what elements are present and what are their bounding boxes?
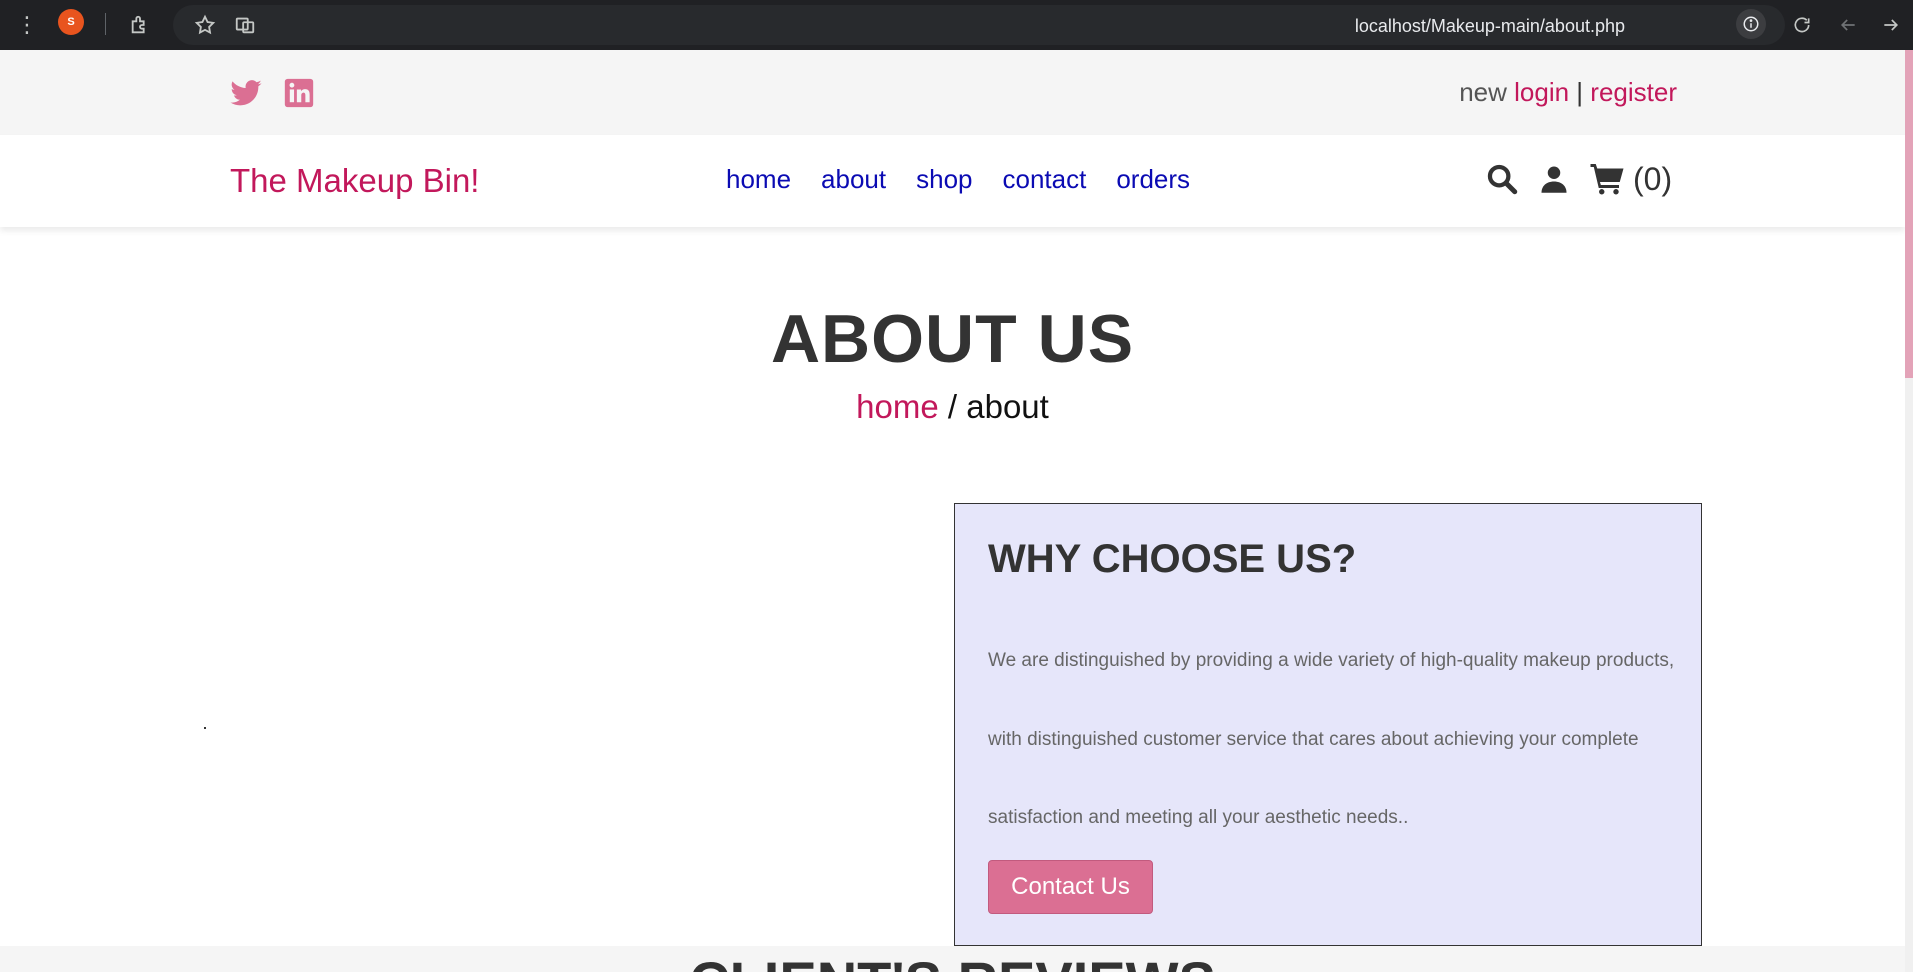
header-tools: (0)	[1483, 159, 1672, 199]
toolbar-divider	[105, 13, 106, 35]
auth-separator: |	[1576, 77, 1584, 107]
nav-home[interactable]: home	[726, 164, 791, 195]
image-placeholder	[204, 727, 206, 729]
nav-contact[interactable]: contact	[1003, 164, 1087, 195]
address-bar[interactable]: localhost/Makeup-main/about.php	[173, 5, 1785, 45]
search-icon[interactable]	[1483, 159, 1521, 199]
nav-about[interactable]: about	[821, 164, 886, 195]
breadcrumb-separator: /	[938, 388, 967, 425]
why-choose-us-card: WHY CHOOSE US? We are distinguished by p…	[954, 503, 1702, 946]
twitter-icon[interactable]	[229, 76, 263, 110]
scrollbar-thumb[interactable]	[1905, 50, 1913, 378]
browser-toolbar: ⋮ S localhost/Makeup-main/about.php	[0, 0, 1913, 50]
forward-arrow-icon[interactable]	[1876, 10, 1906, 40]
contact-us-button[interactable]: Contact Us	[988, 860, 1153, 914]
breadcrumb: home / about	[0, 388, 1905, 426]
main-navbar: The Makeup Bin! home about shop contact …	[0, 135, 1905, 227]
main-menu: home about shop contact orders	[726, 164, 1190, 195]
register-link[interactable]: register	[1590, 77, 1677, 107]
nav-orders[interactable]: orders	[1116, 164, 1190, 195]
site-logo[interactable]: The Makeup Bin!	[230, 162, 479, 200]
breadcrumb-current: about	[966, 388, 1049, 425]
card-title: WHY CHOOSE US?	[988, 537, 1357, 581]
site-info-icon[interactable]	[1736, 9, 1766, 39]
linkedin-icon[interactable]	[282, 76, 316, 110]
extensions-icon[interactable]	[125, 10, 155, 40]
bookmark-star-icon[interactable]	[190, 10, 220, 40]
nav-shop[interactable]: shop	[916, 164, 972, 195]
auth-links: new login | register	[1459, 77, 1677, 108]
breadcrumb-home-link[interactable]: home	[856, 388, 939, 425]
header-topbar: new login | register	[0, 50, 1905, 135]
reviews-title: CLIENT'S REVIEWS	[689, 954, 1216, 972]
page-heading: ABOUT US	[0, 300, 1905, 378]
translate-icon[interactable]	[230, 10, 260, 40]
card-text: We are distinguished by providing a wide…	[988, 650, 1675, 828]
cart-count[interactable]: (0)	[1633, 161, 1672, 198]
menu-kebab-icon[interactable]: ⋮	[12, 10, 42, 40]
reviews-heading: CLIENT'S REVIEWS	[0, 946, 1905, 972]
reload-icon[interactable]	[1787, 10, 1817, 40]
cart-icon[interactable]	[1587, 159, 1627, 199]
profile-avatar[interactable]: S	[58, 9, 84, 35]
new-label: new	[1459, 77, 1507, 107]
url-text[interactable]: localhost/Makeup-main/about.php	[1355, 5, 1625, 55]
user-icon[interactable]	[1537, 159, 1571, 199]
page-title: ABOUT US	[770, 301, 1135, 377]
login-link[interactable]: login	[1514, 77, 1569, 107]
back-arrow-icon[interactable]	[1833, 10, 1863, 40]
